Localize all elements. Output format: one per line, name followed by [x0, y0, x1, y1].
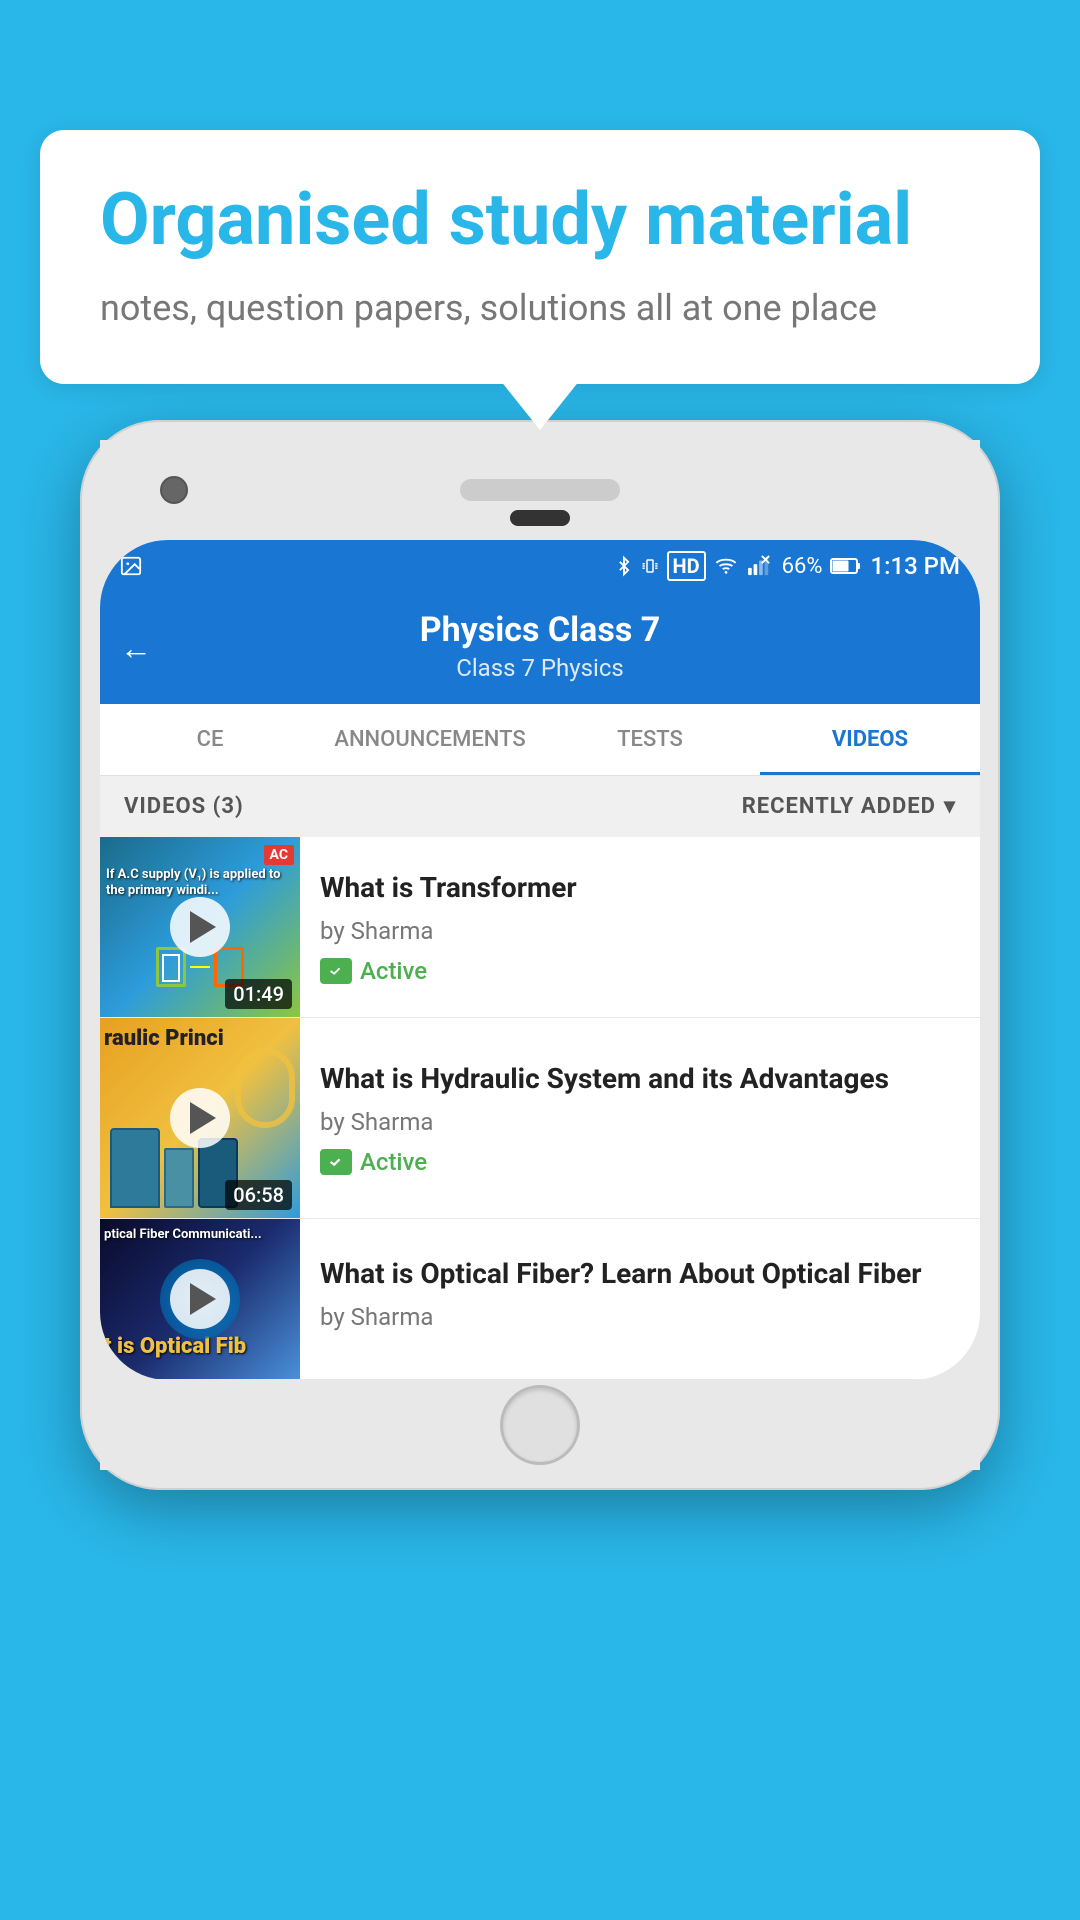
signal-icon [746, 555, 774, 577]
chevron-down-icon: ▾ [944, 794, 956, 819]
videos-header: VIDEOS (3) RECENTLY ADDED ▾ [100, 776, 980, 837]
app-header: ← Physics Class 7 Class 7 Physics [100, 592, 980, 704]
home-button[interactable] [500, 1385, 580, 1465]
tab-tests[interactable]: TESTS [540, 704, 760, 775]
tab-announcements[interactable]: ANNOUNCEMENTS [320, 704, 540, 775]
duration-badge-1: 01:49 [225, 979, 292, 1009]
page-title: Physics Class 7 [120, 610, 960, 650]
video-title-2: What is Hydraulic System and its Advanta… [320, 1060, 960, 1098]
speech-bubble-container: Organised study material notes, question… [40, 130, 1040, 384]
sort-label: RECENTLY ADDED [742, 794, 936, 819]
speaker [460, 479, 620, 501]
thumb-text-3: ptical Fiber Communicati... [104, 1227, 294, 1243]
play-button-1[interactable] [170, 897, 230, 957]
video-item-3[interactable]: ptical Fiber Communicati... t is Optical… [100, 1219, 980, 1380]
status-text-1: Active [360, 957, 427, 985]
bluetooth-icon [615, 555, 633, 577]
screen: HD 66% [100, 540, 980, 1380]
play-button-2[interactable] [170, 1088, 230, 1148]
speech-bubble: Organised study material notes, question… [40, 130, 1040, 384]
vibrate-icon [641, 555, 659, 577]
video-item-2[interactable]: raulic Princi [100, 1018, 980, 1219]
video-title-1: What is Transformer [320, 869, 960, 907]
thumb-label-3: t is Optical Fib [104, 1334, 246, 1359]
tab-videos[interactable]: VIDEOS [760, 704, 980, 775]
home-button-area [510, 510, 570, 526]
duration-badge-2: 06:58 [225, 1180, 292, 1210]
breadcrumb: Class 7 Physics [120, 654, 960, 682]
hd-badge: HD [667, 551, 706, 581]
phone-top-bar [100, 440, 980, 540]
video-author-2: by Sharma [320, 1108, 960, 1136]
sort-button[interactable]: RECENTLY ADDED ▾ [742, 794, 956, 819]
status-text-2: Active [360, 1148, 427, 1176]
back-button[interactable]: ← [120, 629, 152, 667]
clock: 1:13 PM [870, 552, 960, 580]
video-thumbnail-3: ptical Fiber Communicati... t is Optical… [100, 1219, 300, 1379]
video-thumbnail-2: raulic Princi [100, 1018, 300, 1218]
status-icon-2 [320, 1149, 352, 1175]
bubble-title: Organised study material [100, 180, 980, 259]
video-author-3: by Sharma [320, 1303, 960, 1331]
wifi-icon [714, 555, 738, 577]
thumb-text-1: If A.C supply (V₁) is applied to the pri… [106, 867, 294, 898]
video-status-1: Active [320, 957, 960, 985]
battery-percent: 66% [782, 554, 823, 579]
phone-screen: HD 66% [100, 540, 980, 1380]
video-info-1: What is Transformer by Sharma Active [300, 837, 980, 1017]
video-thumbnail-1: AC If A.C supply (V₁) is applied to the … [100, 837, 300, 1017]
video-author-1: by Sharma [320, 917, 960, 945]
tab-bar: CE ANNOUNCEMENTS TESTS VIDEOS [100, 704, 980, 776]
status-right-icons: HD 66% [615, 551, 961, 581]
tab-ce[interactable]: CE [100, 704, 320, 775]
video-title-3: What is Optical Fiber? Learn About Optic… [320, 1255, 960, 1293]
camera [160, 476, 188, 504]
battery-icon [830, 555, 862, 577]
bubble-subtitle: notes, question papers, solutions all at… [100, 283, 980, 333]
status-left-icons [120, 555, 142, 577]
video-item-1[interactable]: AC If A.C supply (V₁) is applied to the … [100, 837, 980, 1018]
videos-count: VIDEOS (3) [124, 794, 244, 819]
video-status-2: Active [320, 1148, 960, 1176]
status-icon-1 [320, 958, 352, 984]
phone-outer: HD 66% [80, 420, 1000, 1490]
play-button-3[interactable] [170, 1269, 230, 1329]
phone-mockup: HD 66% [80, 420, 1000, 1920]
phone-bottom [100, 1380, 980, 1470]
thumb-text-2: raulic Princi [104, 1026, 294, 1052]
video-info-2: What is Hydraulic System and its Advanta… [300, 1018, 980, 1218]
image-icon [120, 555, 142, 577]
status-bar: HD 66% [100, 540, 980, 592]
video-info-3: What is Optical Fiber? Learn About Optic… [300, 1219, 980, 1379]
thumb-label-1: AC [264, 845, 294, 865]
